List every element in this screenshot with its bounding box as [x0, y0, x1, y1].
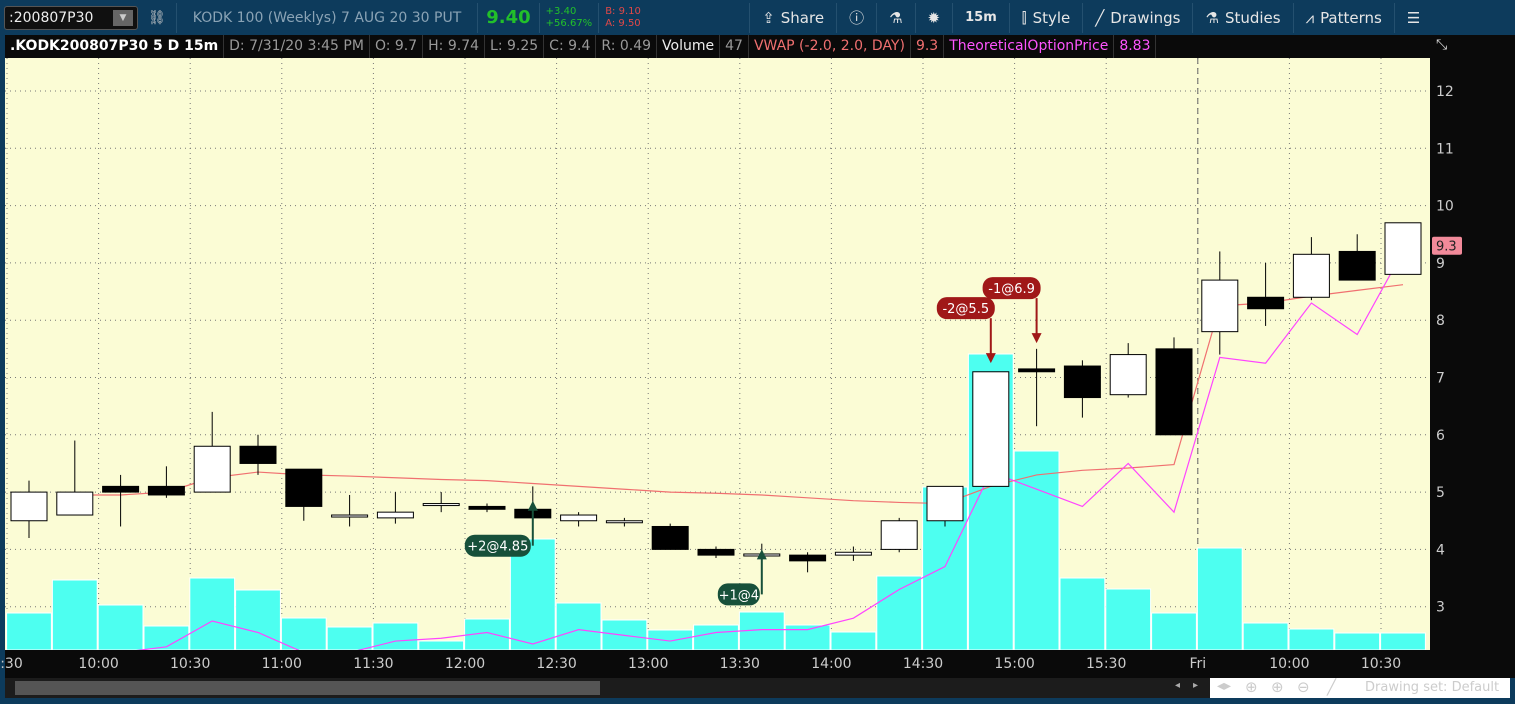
volume-bar	[1242, 622, 1289, 650]
scroll-right-icon[interactable]: ▸	[1193, 680, 1198, 691]
draw-line-icon[interactable]: ╱	[1327, 678, 1336, 696]
candle-body	[376, 511, 414, 519]
volume-bar	[1151, 612, 1197, 650]
pan-icon[interactable]: ◂▸	[1217, 678, 1231, 694]
candle-body	[1109, 354, 1147, 396]
volume-bar	[418, 640, 465, 650]
price-chart[interactable]: +2@4.85 +1@4 -2@5.5 -1@6.9 3 4 5 6 7 8 9 10 11 12 9:30…	[0, 0, 1515, 678]
candle-body	[789, 554, 827, 562]
price-tick-label: 10	[1436, 199, 1454, 215]
volume-bar	[830, 631, 877, 650]
scroll-left-icon[interactable]: ◂	[1175, 680, 1180, 691]
candle-body	[331, 514, 369, 518]
volume-bar	[1334, 632, 1381, 650]
time-tick-label: 11:00	[262, 656, 302, 672]
price-tick-label: 5	[1436, 485, 1445, 501]
candle-body	[605, 520, 643, 524]
candle-body	[422, 503, 460, 507]
volume-bar	[6, 612, 52, 650]
candle-body	[239, 445, 277, 464]
volume-bar	[1105, 588, 1152, 650]
candle-body	[1201, 279, 1239, 333]
time-tick-label: 9:30	[0, 656, 23, 672]
candle-body	[468, 505, 506, 510]
candle-body	[560, 514, 598, 522]
price-tick-label: 12	[1436, 84, 1454, 100]
candle-body	[10, 491, 48, 522]
time-tick-label: 12:30	[536, 656, 576, 672]
price-tick-label: 9	[1436, 256, 1445, 272]
drawing-set-label[interactable]: Drawing set: Default	[1365, 680, 1499, 695]
time-tick-label: 11:30	[353, 656, 393, 672]
trade-marker-label: -2@5.5	[942, 302, 989, 317]
time-tick-label: 10:00	[78, 656, 118, 672]
trade-marker-label: -1@6.9	[988, 282, 1035, 297]
volume-bar	[876, 575, 923, 650]
candle-body	[193, 445, 231, 493]
time-tick-label: 13:30	[720, 656, 760, 672]
volume-bar	[555, 602, 602, 650]
time-tick-label: 13:00	[628, 656, 668, 672]
volume-bar	[693, 624, 739, 650]
price-tick-label: 4	[1436, 542, 1445, 558]
volume-bar	[1380, 632, 1426, 650]
scrollbar-thumb[interactable]	[15, 681, 600, 695]
candle-body	[1247, 296, 1285, 310]
volume-bar	[51, 579, 98, 650]
time-tick-label: 10:00	[1269, 656, 1309, 672]
candle-body	[1292, 253, 1330, 298]
volume-bar	[189, 577, 236, 650]
candle-body	[972, 371, 1010, 487]
volume-bar	[1288, 628, 1335, 650]
price-tick-label: 7	[1436, 371, 1445, 387]
candle-body	[1384, 222, 1422, 275]
price-tick-label: 11	[1436, 141, 1454, 157]
horizontal-scrollbar[interactable]: ◂ ▸	[5, 678, 1210, 698]
candle-body	[102, 485, 140, 493]
volume-bar	[1196, 547, 1243, 650]
vwap-price-label: 9.3	[1436, 240, 1457, 255]
volume-bar	[372, 622, 419, 650]
volume-bar	[326, 626, 373, 650]
volume-bar	[1059, 577, 1106, 650]
time-tick-label: 15:00	[994, 656, 1034, 672]
volume-bar	[97, 604, 144, 650]
zoom-out-icon[interactable]: ⊖	[1297, 678, 1310, 696]
trade-marker-label: +1@4	[719, 588, 759, 603]
volume-bar	[235, 589, 281, 650]
candle-body	[147, 485, 185, 496]
scroll-bar-area: ◂ ▸ ◂▸ ⊕ ⊕ ⊖ ╱ Drawing set: Default	[5, 678, 1510, 698]
candle-body	[880, 520, 918, 550]
time-tick-label: 15:30	[1086, 656, 1126, 672]
time-tick-label: 12:00	[445, 656, 485, 672]
candle-body	[651, 525, 689, 550]
time-tick-label: 14:30	[903, 656, 943, 672]
crosshair-icon[interactable]: ⊕	[1245, 678, 1258, 696]
price-tick-label: 3	[1436, 600, 1445, 616]
time-tick-label: 10:30	[170, 656, 210, 672]
time-tick-label: 14:00	[811, 656, 851, 672]
volume-bar	[784, 624, 831, 650]
zoom-in-icon[interactable]: ⊕	[1271, 678, 1284, 696]
price-tick-label: 6	[1436, 428, 1445, 444]
candle-body	[56, 491, 94, 516]
candle-body	[1155, 348, 1193, 436]
volume-bar	[1013, 450, 1060, 650]
candle-body	[834, 551, 872, 556]
candle-body	[285, 468, 323, 507]
volume-bar	[647, 629, 694, 650]
candle-body	[697, 548, 735, 556]
candle-body	[926, 485, 964, 522]
candle-body	[1338, 250, 1376, 281]
time-tick-label: Fri	[1189, 656, 1206, 672]
trade-marker-label: +2@4.85	[467, 540, 528, 555]
candle-body	[1018, 368, 1056, 373]
price-tick-label: 8	[1436, 313, 1445, 329]
candle-body	[1063, 365, 1101, 399]
time-tick-label: 10:30	[1361, 656, 1401, 672]
